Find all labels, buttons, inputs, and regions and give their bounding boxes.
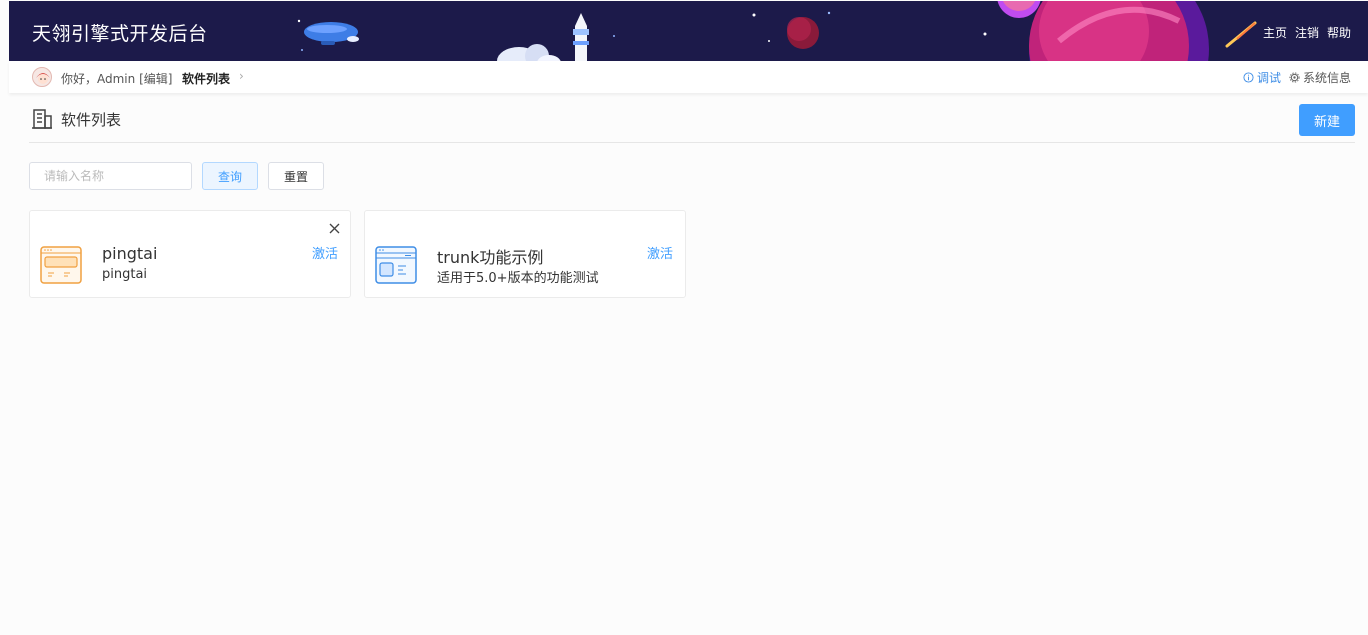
top-header: 天翎引擎式开发后台 主页 注销 帮助 [9, 1, 1368, 61]
nav-logout-link[interactable]: 注销 [1295, 24, 1319, 41]
gear-icon [1289, 72, 1300, 83]
sub-toolbar: 你好，Admin [编辑] 软件列表 › 调试 系统信息 [9, 61, 1368, 93]
user-greeting: 你好，Admin [编辑] [61, 70, 172, 87]
software-card[interactable]: pingtai pingtai 激活 [29, 210, 351, 298]
card-name: trunk功能示例 [437, 248, 544, 267]
app-window-icon-orange [40, 246, 82, 284]
debug-label: 调试 [1256, 71, 1281, 85]
header-space-illustration [297, 1, 1257, 61]
card-description: pingtai [102, 267, 148, 282]
system-info-label: 系统信息 [1302, 71, 1351, 85]
toolbar-right-links: 调试 系统信息 [1243, 69, 1351, 86]
system-info-link[interactable]: 系统信息 [1289, 69, 1351, 86]
building-icon [32, 109, 52, 129]
page-header: 软件列表 新建 [29, 104, 1355, 143]
search-input[interactable] [29, 162, 192, 190]
new-button[interactable]: 新建 [1299, 104, 1355, 136]
card-description: 适用于5.0+版本的功能测试 [437, 271, 599, 286]
app-title: 天翎引擎式开发后台 [32, 23, 208, 45]
avatar[interactable] [32, 67, 52, 87]
app-window-icon-blue [375, 246, 417, 284]
query-button[interactable]: 查询 [202, 162, 258, 190]
top-nav: 主页 注销 帮助 [1263, 24, 1351, 41]
activate-link[interactable]: 激活 [647, 243, 673, 262]
close-icon[interactable] [329, 223, 340, 234]
nav-home-link[interactable]: 主页 [1263, 24, 1287, 41]
debug-link[interactable]: 调试 [1243, 69, 1281, 86]
chevron-right-icon: › [239, 69, 244, 83]
user-avatar-icon [36, 73, 50, 84]
reset-button[interactable]: 重置 [268, 162, 324, 190]
activate-link[interactable]: 激活 [312, 243, 338, 262]
card-name: pingtai [102, 244, 158, 263]
edit-profile-link[interactable]: [编辑] [139, 72, 172, 86]
greeting-text: 你好，Admin [61, 72, 136, 86]
page-title: 软件列表 [61, 111, 122, 129]
software-card[interactable]: trunk功能示例 适用于5.0+版本的功能测试 激活 [364, 210, 686, 298]
nav-help-link[interactable]: 帮助 [1327, 24, 1351, 41]
info-icon [1243, 72, 1254, 83]
breadcrumb[interactable]: 软件列表 [182, 70, 230, 87]
